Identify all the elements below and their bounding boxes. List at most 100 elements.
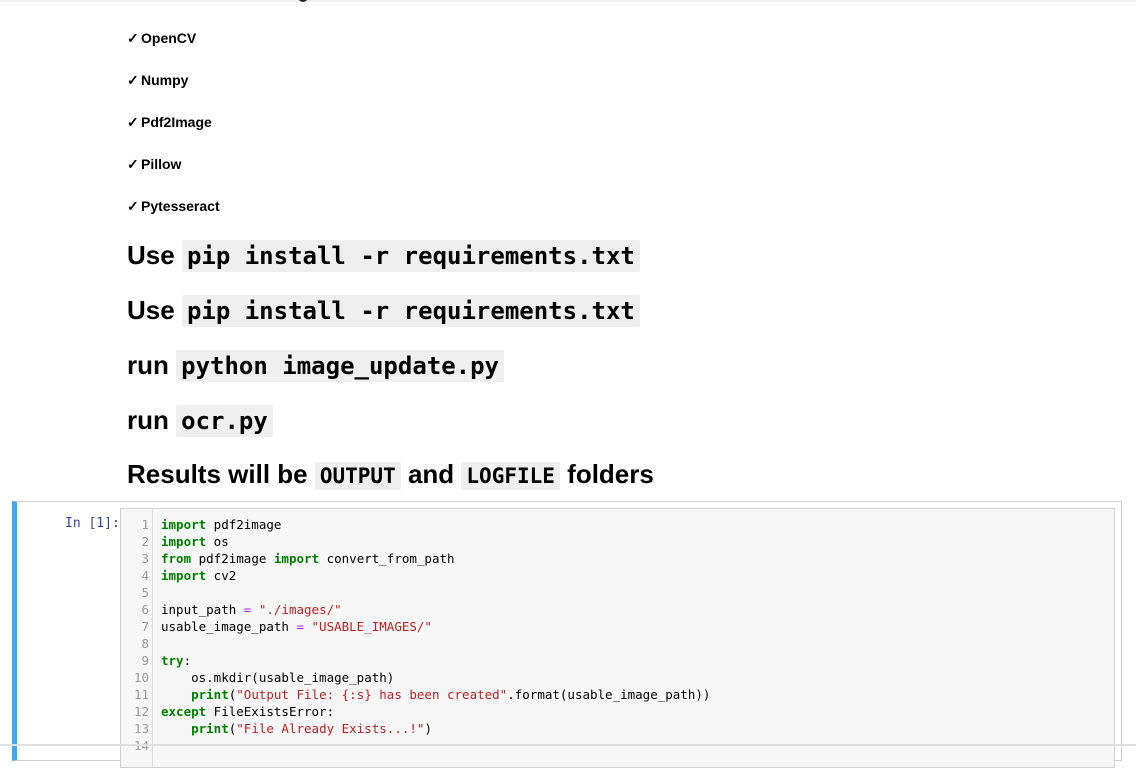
requirement-item: ✓ Pillow (127, 156, 181, 173)
code-token: print (191, 721, 229, 736)
line-number: 5 (141, 585, 149, 600)
check-icon: ✓ (127, 72, 139, 88)
requirement-item: ✓ OpenCV (127, 30, 196, 47)
code-line[interactable]: 2 import os (121, 533, 1114, 550)
line-number: 2 (141, 534, 149, 549)
code-token: try (161, 653, 184, 668)
code-line[interactable]: 4 import cv2 (121, 567, 1114, 584)
heading-install-1: Use pip install -r requirements.txt (127, 237, 640, 274)
code-token: import (161, 568, 207, 583)
code-line[interactable]: 9 try: (121, 652, 1114, 669)
code-text: from pdf2image import convert_from_path (161, 550, 455, 567)
code-token: cv2 (206, 568, 237, 583)
requirement-label: Numpy (141, 72, 189, 88)
code-token: "USABLE_IMAGES/" (311, 619, 432, 634)
code-text: except FileExistsError: (161, 703, 334, 720)
inline-code: pip install -r requirements.txt (181, 295, 640, 327)
requirement-item: ✓ Pdf2Image (127, 114, 212, 131)
code-line[interactable]: 12 except FileExistsError: (121, 703, 1114, 720)
code-token: import (273, 551, 320, 566)
code-token: pdf2image (206, 517, 282, 532)
code-token: "./images/" (258, 602, 342, 617)
code-token: = (296, 619, 304, 634)
line-number: 4 (141, 568, 149, 583)
inline-code: ocr.py (176, 405, 273, 437)
heading-run-ocr: run ocr.py (127, 402, 273, 439)
input-prompt: In [1]: (65, 516, 120, 531)
check-icon: ✓ (127, 156, 139, 172)
code-token: os (206, 534, 229, 549)
inline-code: OUTPUT (314, 462, 401, 490)
line-number: 6 (141, 602, 149, 617)
code-token: "File Already Exists...!" (236, 721, 425, 736)
code-token: : (183, 653, 192, 668)
line-number: 9 (141, 653, 149, 668)
check-icon: ✓ (127, 114, 139, 130)
inline-code: python image_update.py (176, 350, 505, 382)
code-text: try: (161, 652, 191, 669)
code-token: except (161, 704, 207, 719)
code-token: convert_from_path (319, 551, 455, 566)
heading-prefix: Results will be (127, 459, 308, 489)
requirement-item: ✓ Pytesseract (127, 198, 220, 215)
code-line[interactable]: 7 usable_image_path = "USABLE_IMAGES/" (121, 618, 1114, 635)
code-line[interactable]: 11 print("Output File: {:s} has been cre… (121, 686, 1114, 703)
code-line[interactable]: 8 (121, 635, 1114, 652)
line-number: 7 (141, 619, 149, 634)
line-number: 13 (133, 721, 149, 736)
code-line[interactable]: 5 (121, 584, 1114, 601)
code-token: import (161, 517, 207, 532)
code-token: "Output File: {:s} has been created" (236, 687, 508, 702)
top-strip (0, 0, 1136, 2)
code-token: os.mkdir(usable_image_path) (161, 670, 395, 685)
check-icon: ✓ (127, 198, 139, 214)
heading-prefix: Use (127, 295, 175, 325)
inline-code: LOGFILE (461, 462, 560, 490)
line-number: 3 (141, 551, 149, 566)
heading-prefix: Use (127, 240, 175, 270)
line-number: 11 (133, 687, 149, 702)
heading-prefix: run (127, 405, 169, 435)
line-number: 8 (141, 636, 149, 651)
requirement-label: OpenCV (141, 30, 197, 46)
inline-code: pip install -r requirements.txt (181, 240, 640, 272)
heading-prefix: run (127, 350, 169, 380)
code-token: ) (424, 721, 432, 736)
code-token: input_path (161, 602, 244, 617)
code-cell[interactable]: In [1]: 1 import pdf2image 2 import os 3 from… (12, 501, 1122, 768)
code-token: .format(usable_image_path)) (507, 687, 711, 702)
code-editor[interactable]: 1 import pdf2image 2 import os 3 from pdf2ima… (120, 508, 1115, 768)
code-lines: 1 import pdf2image 2 import os 3 from pdf2ima… (121, 516, 1114, 754)
line-number: 10 (133, 670, 149, 685)
code-text: print("Output File: {:s} has been create… (161, 686, 710, 703)
code-line[interactable]: 10 os.mkdir(usable_image_path) (121, 669, 1114, 686)
code-token: FileExistsError: (206, 704, 335, 719)
heading-mid: and (407, 459, 455, 489)
code-token: print (191, 687, 229, 702)
code-text: print("File Already Exists...!") (161, 720, 432, 737)
code-text: os.mkdir(usable_image_path) (161, 669, 394, 686)
code-line[interactable]: 1 import pdf2image (121, 516, 1114, 533)
code-text: import os (161, 533, 229, 550)
code-token: pdf2image (191, 551, 274, 566)
code-text: import pdf2image (161, 516, 281, 533)
code-line[interactable]: 6 input_path = "./images/" (121, 601, 1114, 618)
heading-run-update: run python image_update.py (127, 347, 505, 384)
code-line[interactable]: 13 print("File Already Exists...!") (121, 720, 1114, 737)
requirement-label: Pytesseract (141, 198, 220, 214)
line-number: 1 (141, 517, 149, 532)
code-text: import cv2 (161, 567, 236, 584)
requirement-item: ✓ Numpy (127, 72, 188, 89)
heading-install-2: Use pip install -r requirements.txt (127, 292, 640, 329)
check-icon: ✓ (127, 30, 139, 46)
heading-results: Results will be OUTPUT and LOGFILE folde… (127, 456, 654, 494)
requirement-label: Pillow (141, 156, 182, 172)
code-token: usable_image_path (161, 619, 297, 634)
code-token: from (161, 551, 192, 566)
code-line[interactable]: 3 from pdf2image import convert_from_path (121, 550, 1114, 567)
code-text: input_path = "./images/" (161, 601, 342, 618)
